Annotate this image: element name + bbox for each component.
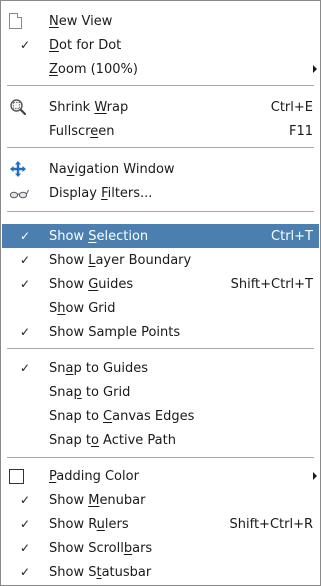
separator <box>7 348 314 350</box>
menu-item-show-rulers[interactable]: ✓ Show Rulers Shift+Ctrl+R <box>2 512 319 536</box>
menu-item-label: Show Guides <box>49 276 134 292</box>
menu-item-label: New View <box>49 13 113 29</box>
menu-item-label: Display Filters... <box>49 185 153 201</box>
menu-item-show-layer-boundary[interactable]: ✓ Show Layer Boundary <box>2 248 319 272</box>
menu-item-label: Snap to Active Path <box>49 432 176 448</box>
menu-item-label: Zoom (100%) <box>49 61 138 77</box>
shortcut-label: F11 <box>288 123 313 139</box>
checkmark-icon: ✓ <box>19 565 31 579</box>
menu-item-show-selection[interactable]: ✓ Show Selection Ctrl+T <box>2 224 319 248</box>
checkmark-icon: ✓ <box>19 38 31 52</box>
color-swatch-icon <box>9 464 43 488</box>
glasses-icon <box>9 181 43 205</box>
menu-item-label: Snap to Guides <box>49 360 148 376</box>
menu-item-shrink-wrap[interactable]: Shrink Wrap Ctrl+E <box>2 95 319 119</box>
checkmark-icon: ✓ <box>19 541 31 555</box>
menu-item-display-filters[interactable]: Display Filters... <box>2 181 319 205</box>
menu-item-label: Navigation Window <box>49 161 175 177</box>
menu-item-label: Snap to Grid <box>49 384 131 400</box>
view-menu: New View ✓ Dot for Dot Zoom (100%) Shrin… <box>0 0 321 586</box>
separator <box>7 147 314 149</box>
shortcut-label: Ctrl+E <box>270 99 313 115</box>
menu-item-label: Show Statusbar <box>49 564 152 580</box>
menu-item-fullscreen[interactable]: Fullscreen F11 <box>2 119 319 143</box>
page-icon <box>9 9 43 33</box>
menu-item-label: Show Rulers <box>49 516 129 532</box>
menu-item-label: Shrink Wrap <box>49 99 129 115</box>
submenu-arrow-icon <box>313 65 317 73</box>
checkmark-icon: ✓ <box>19 517 31 531</box>
checkmark-icon: ✓ <box>19 361 31 375</box>
menu-item-dot-for-dot[interactable]: ✓ Dot for Dot <box>2 33 319 57</box>
menu-item-label: Show Layer Boundary <box>49 252 192 268</box>
separator <box>7 457 314 459</box>
separator <box>7 211 314 213</box>
menu-item-label: Snap to Canvas Edges <box>49 408 195 424</box>
checkmark-icon: ✓ <box>19 253 31 267</box>
menu-item-show-sample-points[interactable]: ✓ Show Sample Points <box>2 320 319 344</box>
menu-item-show-guides[interactable]: ✓ Show Guides Shift+Ctrl+T <box>2 272 319 296</box>
menu-item-snap-to-grid[interactable]: Snap to Grid <box>2 380 319 404</box>
menu-item-label: Show Scrollbars <box>49 540 153 556</box>
menu-item-show-statusbar[interactable]: ✓ Show Statusbar <box>2 560 319 584</box>
separator <box>7 85 314 87</box>
menu-item-snap-to-canvas-edges[interactable]: Snap to Canvas Edges <box>2 404 319 428</box>
menu-item-padding-color[interactable]: Padding Color <box>2 464 319 488</box>
magnifier-icon <box>9 95 43 119</box>
shortcut-label: Ctrl+T <box>271 228 313 244</box>
menu-item-zoom[interactable]: Zoom (100%) <box>2 57 319 81</box>
menu-item-label: Show Sample Points <box>49 324 181 340</box>
menu-item-snap-to-active-path[interactable]: Snap to Active Path <box>2 428 319 452</box>
move-cross-icon <box>9 157 43 181</box>
menu-item-label: Show Grid <box>49 300 116 316</box>
shortcut-label: Shift+Ctrl+T <box>230 276 313 292</box>
shortcut-label: Shift+Ctrl+R <box>229 516 314 532</box>
checkmark-icon: ✓ <box>19 493 31 507</box>
checkmark-icon: ✓ <box>19 325 31 339</box>
checkmark-icon: ✓ <box>19 229 31 243</box>
menu-item-snap-to-guides[interactable]: ✓ Snap to Guides <box>2 356 319 380</box>
menu-item-show-grid[interactable]: Show Grid <box>2 296 319 320</box>
menu-item-navigation-window[interactable]: Navigation Window <box>2 157 319 181</box>
menu-item-label: Dot for Dot <box>49 37 122 53</box>
menu-item-show-scrollbars[interactable]: ✓ Show Scrollbars <box>2 536 319 560</box>
checkmark-icon: ✓ <box>19 277 31 291</box>
menu-item-label: Show Selection <box>49 228 149 244</box>
menu-item-new-view[interactable]: New View <box>2 9 319 33</box>
menu-item-label: Padding Color <box>49 468 139 484</box>
submenu-arrow-icon <box>313 472 317 480</box>
menu-item-label: Fullscreen <box>49 123 115 139</box>
menu-item-show-menubar[interactable]: ✓ Show Menubar <box>2 488 319 512</box>
menu-item-label: Show Menubar <box>49 492 146 508</box>
